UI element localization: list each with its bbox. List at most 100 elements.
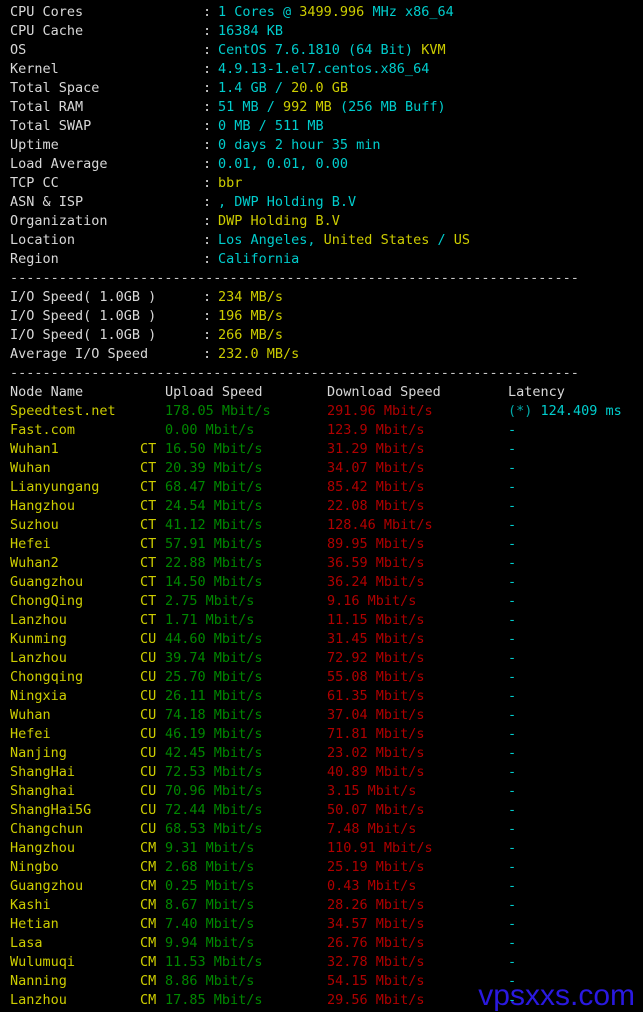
value-segment: / bbox=[266, 99, 284, 115]
node-name: Chongqing bbox=[10, 669, 84, 685]
latency-value: - bbox=[508, 896, 516, 915]
latency-value: - bbox=[508, 497, 516, 516]
node-name: Hefei bbox=[10, 726, 51, 742]
header-download-speed: Download Speed bbox=[327, 384, 441, 400]
node-name: Suzhou bbox=[10, 517, 59, 533]
node-isp: CT bbox=[140, 517, 157, 533]
io-speed-colon: : bbox=[203, 289, 212, 305]
latency-value: - bbox=[508, 725, 516, 744]
upload-speed: 24.54 Mbit/s bbox=[165, 498, 263, 514]
latency-text: - bbox=[508, 612, 517, 628]
value-segment: 0 days 2 hour 35 min bbox=[218, 137, 381, 153]
node-name: ChongQing bbox=[10, 593, 84, 609]
node-isp: CT bbox=[140, 555, 157, 571]
latency-text: - bbox=[508, 574, 517, 590]
header-latency: Latency bbox=[508, 384, 565, 400]
io-speed-colon: : bbox=[203, 346, 212, 362]
latency-value: - bbox=[508, 459, 516, 478]
system-info-row: ASN & ISP: , DWP Holding B.V bbox=[0, 193, 643, 212]
value-segment: United States bbox=[323, 232, 438, 248]
value-segment: 16384 KB bbox=[218, 23, 284, 39]
table-row: Guangzhou CM 0.25 Mbit/s 0.43 Mbit/s - bbox=[0, 877, 643, 896]
table-row: ShangHai5G CU 72.44 Mbit/s 50.07 Mbit/s - bbox=[0, 801, 643, 820]
node-isp: CU bbox=[140, 802, 157, 818]
system-info-value: 16384 KB bbox=[218, 22, 283, 41]
system-info-value: 0 days 2 hour 35 min bbox=[218, 136, 381, 155]
system-info-value: 4.9.13-1.el7.centos.x86_64 bbox=[218, 60, 429, 79]
system-info-value: , DWP Holding B.V bbox=[218, 193, 356, 212]
latency-text: - bbox=[508, 802, 517, 818]
download-speed: 37.04 Mbit/s bbox=[327, 707, 425, 723]
value-segment: 3499.996 bbox=[299, 4, 365, 20]
system-info-colon: : bbox=[203, 118, 212, 134]
node-name: Guangzhou bbox=[10, 574, 84, 590]
node-isp: CM bbox=[140, 878, 157, 894]
download-speed: 28.26 Mbit/s bbox=[327, 897, 425, 913]
latency-value: - bbox=[508, 744, 516, 763]
table-row: Lasa CM 9.94 Mbit/s 26.76 Mbit/s - bbox=[0, 934, 643, 953]
upload-speed: 57.91 Mbit/s bbox=[165, 536, 263, 552]
system-info-colon: : bbox=[203, 61, 212, 77]
table-row: Ningxia CU 26.11 Mbit/s 61.35 Mbit/s - bbox=[0, 687, 643, 706]
table-row: Ningbo CM 2.68 Mbit/s 25.19 Mbit/s - bbox=[0, 858, 643, 877]
value-segment: / bbox=[437, 232, 454, 248]
node-name: Hangzhou bbox=[10, 498, 76, 514]
latency-text: - bbox=[508, 954, 517, 970]
node-name: Wuhan bbox=[10, 460, 51, 476]
system-info-value: Los Angeles, United States / US bbox=[218, 231, 470, 250]
upload-speed: 41.12 Mbit/s bbox=[165, 517, 263, 533]
node-isp: CT bbox=[140, 574, 157, 590]
io-speed-colon: : bbox=[203, 308, 212, 324]
node-name: Nanning bbox=[10, 973, 67, 989]
io-speed-label: I/O Speed( 1.0GB ) bbox=[10, 289, 157, 305]
io-speed-row: Average I/O Speed:232.0 MB/s bbox=[0, 345, 643, 364]
system-info-colon: : bbox=[203, 251, 212, 267]
latency-value: - bbox=[508, 668, 516, 687]
upload-speed: 8.86 Mbit/s bbox=[165, 973, 255, 989]
table-row: Speedtest.net 178.05 Mbit/s 291.96 Mbit/s (… bbox=[0, 402, 643, 421]
table-row: Lianyungang CT 68.47 Mbit/s 85.42 Mbit/s - bbox=[0, 478, 643, 497]
latency-marker: (*) bbox=[508, 403, 541, 419]
upload-speed: 178.05 Mbit/s bbox=[165, 403, 271, 419]
system-info-colon: : bbox=[203, 23, 212, 39]
latency-text: - bbox=[508, 878, 517, 894]
latency-value: - bbox=[508, 440, 516, 459]
latency-value: - bbox=[508, 554, 516, 573]
download-speed: 29.56 Mbit/s bbox=[327, 992, 425, 1008]
latency-text: - bbox=[508, 859, 517, 875]
upload-speed: 9.31 Mbit/s bbox=[165, 840, 255, 856]
table-row: Hangzhou CM 9.31 Mbit/s 110.91 Mbit/s - bbox=[0, 839, 643, 858]
system-info-label: Total Space bbox=[10, 80, 100, 96]
system-info-block: CPU Cores:1 Cores @ 3499.996 MHz x86_64 C… bbox=[0, 3, 643, 269]
latency-value: - bbox=[508, 915, 516, 934]
value-segment: CentOS 7.6.1810 (64 Bit) bbox=[218, 42, 422, 58]
system-info-colon: : bbox=[203, 80, 212, 96]
download-speed: 36.24 Mbit/s bbox=[327, 574, 425, 590]
io-speed-label: I/O Speed( 1.0GB ) bbox=[10, 327, 157, 343]
node-name: Lanzhou bbox=[10, 992, 67, 1008]
latency-value: - bbox=[508, 858, 516, 877]
latency-value: - bbox=[508, 972, 516, 991]
system-info-colon: : bbox=[203, 194, 212, 210]
node-name: Kashi bbox=[10, 897, 51, 913]
upload-speed: 42.45 Mbit/s bbox=[165, 745, 263, 761]
node-name: Wuhan2 bbox=[10, 555, 59, 571]
node-isp: CU bbox=[140, 669, 157, 685]
value-segment: US bbox=[453, 232, 470, 248]
system-info-value: 0 MB / 511 MB bbox=[218, 117, 324, 136]
table-row: Suzhou CT 41.12 Mbit/s 128.46 Mbit/s - bbox=[0, 516, 643, 535]
latency-text: 124.409 ms bbox=[540, 403, 622, 419]
node-name: Fast.com bbox=[10, 422, 76, 438]
upload-speed: 9.94 Mbit/s bbox=[165, 935, 255, 951]
latency-text: - bbox=[508, 745, 517, 761]
node-isp: CU bbox=[140, 631, 157, 647]
latency-text: - bbox=[508, 460, 517, 476]
upload-speed: 70.96 Mbit/s bbox=[165, 783, 263, 799]
table-row: Hangzhou CT 24.54 Mbit/s 22.08 Mbit/s - bbox=[0, 497, 643, 516]
system-info-row: Total SWAP:0 MB / 511 MB bbox=[0, 117, 643, 136]
node-isp: CM bbox=[140, 992, 157, 1008]
system-info-colon: : bbox=[203, 232, 212, 248]
latency-value: - bbox=[508, 687, 516, 706]
system-info-label: Kernel bbox=[10, 61, 59, 77]
download-speed: 31.45 Mbit/s bbox=[327, 631, 425, 647]
